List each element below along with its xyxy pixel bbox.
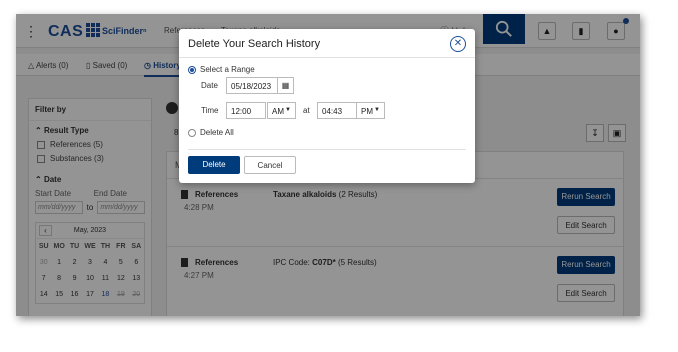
dialog-title: Delete Your Search History — [188, 38, 321, 50]
ampm-to-select[interactable]: PM ▼ — [356, 102, 385, 119]
delete-button[interactable]: Delete — [188, 156, 240, 174]
ampm-from-value: AM — [272, 107, 284, 116]
chevron-down-icon: ▼ — [374, 107, 380, 113]
delete-all-label: Delete All — [200, 128, 234, 137]
close-icon[interactable]: ✕ — [450, 36, 466, 52]
ampm-from-select[interactable]: AM ▼ — [267, 102, 296, 119]
cancel-button[interactable]: Cancel — [244, 156, 296, 174]
date-label: Date — [201, 81, 218, 90]
time-from-input[interactable]: 12:00 — [226, 102, 266, 119]
chevron-down-icon: ▼ — [285, 107, 291, 113]
calendar-icon[interactable]: ▦ — [277, 77, 294, 94]
ampm-to-value: PM — [361, 107, 373, 116]
select-range-label: Select a Range — [200, 65, 255, 74]
at-label: at — [303, 106, 310, 115]
date-input[interactable]: 05/18/2023 — [226, 77, 278, 94]
select-range-radio[interactable]: Select a Range — [188, 65, 255, 74]
time-to-input[interactable]: 04:43 — [317, 102, 357, 119]
divider — [179, 57, 475, 58]
radio-unselected-icon — [188, 128, 196, 137]
delete-all-radio[interactable]: Delete All — [188, 128, 234, 137]
delete-history-dialog: Delete Your Search History ✕ Select a Ra… — [179, 29, 475, 183]
time-label: Time — [201, 106, 219, 115]
divider — [188, 149, 466, 150]
radio-selected-icon — [188, 65, 196, 74]
